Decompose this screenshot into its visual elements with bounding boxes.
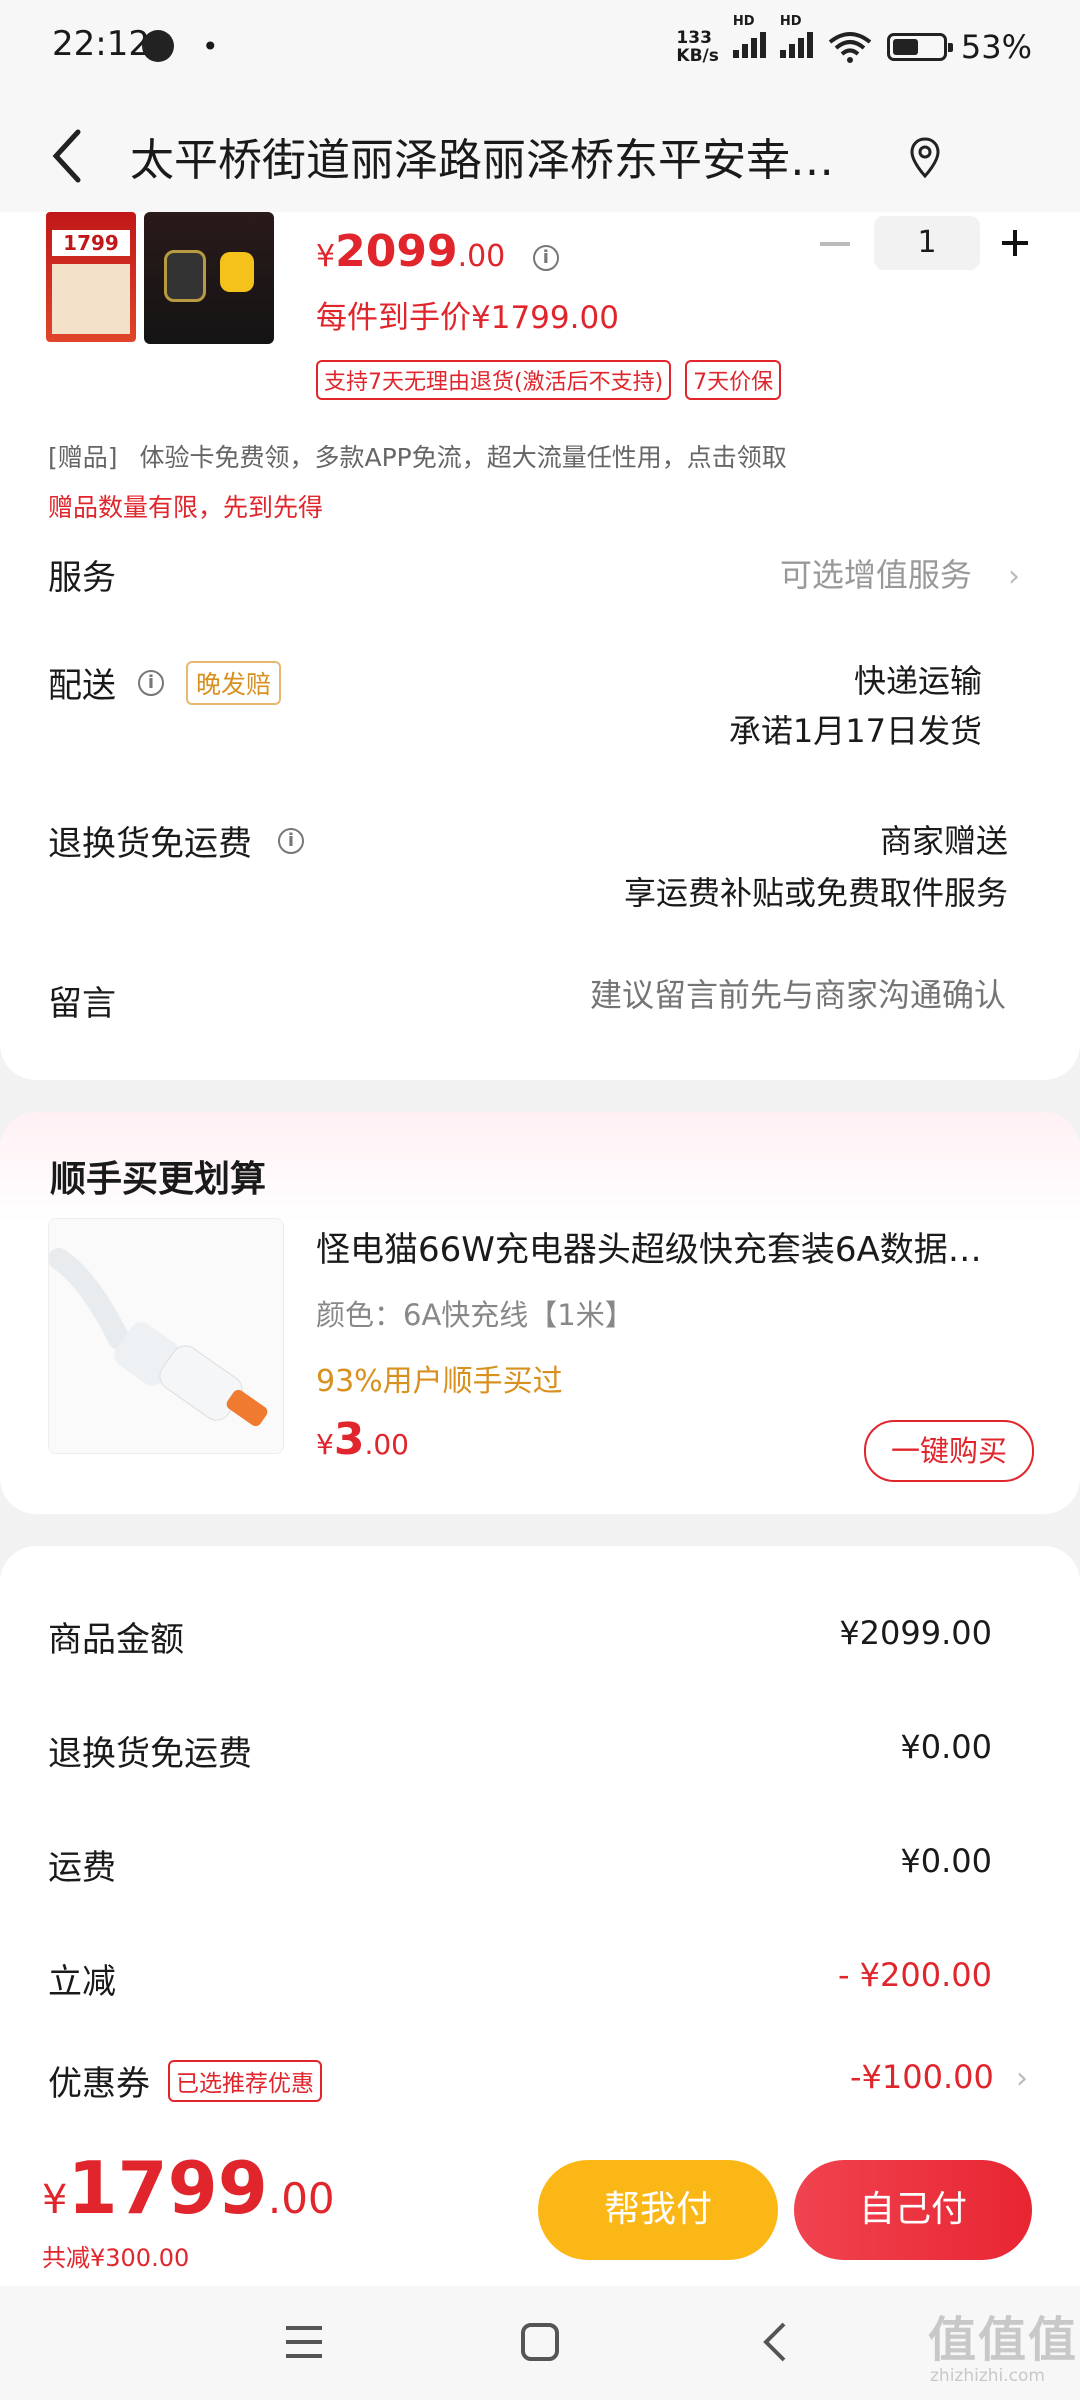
summary-label: 运费 bbox=[48, 1848, 116, 1888]
return-shipping-label: 退换货免运费 bbox=[48, 824, 252, 864]
usb-cable-icon bbox=[48, 1248, 268, 1427]
service-tags: 支持7天无理由退货(激活后不支持) 7天价保 bbox=[316, 360, 782, 400]
price-symbol: ¥ bbox=[316, 239, 336, 274]
addon-price: ¥3.00 bbox=[316, 1414, 409, 1465]
price-info-icon[interactable]: i bbox=[532, 244, 559, 271]
total-price-symbol: ¥ bbox=[42, 2177, 68, 2223]
return-policy-tag: 支持7天无理由退货(激活后不支持) bbox=[316, 360, 672, 400]
net-speed-value: 133 bbox=[676, 28, 712, 48]
system-nav-bar: 值值值 zhizhizhi.com bbox=[0, 2286, 1080, 2400]
addon-price-symbol: ¥ bbox=[316, 1428, 334, 1461]
chevron-right-icon: › bbox=[1008, 559, 1020, 594]
addon-social-proof: 93%用户顺手买过 bbox=[316, 1364, 563, 1399]
service-selector[interactable]: 可选增值服务 › bbox=[780, 550, 1020, 596]
watch-gift-icon bbox=[164, 250, 206, 302]
back-nav-icon[interactable] bbox=[760, 2320, 790, 2364]
addon-product-image[interactable] bbox=[48, 1218, 284, 1454]
summary-value: ¥2099.00 bbox=[839, 1614, 992, 1652]
message-label: 留言 bbox=[48, 984, 116, 1024]
addon-product-name[interactable]: 怪电猫66W充电器头超级快充套装6A数据… bbox=[316, 1222, 1036, 1271]
price-protect-tag: 7天价保 bbox=[685, 360, 782, 400]
coupon-value: -¥100.00 bbox=[849, 2058, 994, 2096]
help-me-pay-button[interactable]: 帮我付 bbox=[538, 2160, 778, 2260]
status-bar: 22:12 • 133 KB/s HD HD 53% bbox=[0, 0, 1080, 100]
return-shipping-value: 商家赠送 bbox=[879, 822, 1008, 860]
price-decimal: .00 bbox=[457, 239, 506, 274]
coupon-selector[interactable]: -¥100.00 › bbox=[850, 2058, 1028, 2096]
signal-2-icon: HD bbox=[779, 14, 813, 66]
product-price: ¥2099.00 i bbox=[316, 226, 559, 277]
delivery-info-icon[interactable]: i bbox=[138, 669, 164, 696]
delivery-address[interactable]: 太平桥街道丽泽路丽泽桥东平安幸… bbox=[130, 124, 900, 188]
clock-app-icon bbox=[142, 30, 174, 62]
battery-percent: 53% bbox=[960, 28, 1032, 66]
quantity-decrease-button[interactable] bbox=[820, 242, 850, 246]
notification-dot: • bbox=[202, 30, 219, 63]
wifi-icon bbox=[828, 32, 872, 63]
coupon-label: 优惠券 bbox=[48, 2064, 150, 2104]
hd-label-2: HD bbox=[779, 14, 802, 29]
status-time: 22:12 bbox=[52, 24, 150, 64]
summary-label: 商品金额 bbox=[48, 1620, 184, 1660]
total-saved: 共减¥300.00 bbox=[42, 2244, 190, 2272]
gift-label: [赠品] bbox=[48, 443, 118, 472]
coupon-selected-tag: 已选推荐优惠 bbox=[168, 2059, 322, 2102]
service-label: 服务 bbox=[48, 558, 116, 598]
late-compensation-badge: 晚发赔 bbox=[186, 660, 282, 705]
order-detail-card: 1799 ¥2099.00 i 1 每件到手价¥1799.00 支持7天无理由退… bbox=[0, 212, 1080, 1080]
addon-section-title: 顺手买更划算 bbox=[50, 1159, 267, 1200]
summary-label: 退换货免运费 bbox=[48, 1734, 252, 1774]
status-indicators: 133 KB/s HD HD 53% bbox=[676, 14, 1032, 66]
instant-discount-value: - ¥200.00 bbox=[837, 1956, 992, 1994]
location-pin-icon[interactable] bbox=[908, 136, 942, 180]
net-speed: 133 KB/s bbox=[676, 29, 718, 65]
product-promo-image[interactable]: 1799 bbox=[46, 212, 136, 342]
price-summary-card: 商品金额 ¥2099.00 退换货免运费 ¥0.00 运费 ¥0.00 立减 -… bbox=[0, 1546, 1080, 2146]
net-speed-unit: KB/s bbox=[676, 46, 719, 66]
hd-label-1: HD bbox=[732, 14, 755, 29]
promo-image-price: 1799 bbox=[52, 230, 130, 256]
watermark-logo: 值值值 bbox=[928, 2312, 1079, 2368]
total-price-integer: 1799 bbox=[67, 2146, 268, 2230]
gift-text: 体验卡免费领，多款APP免流，超大流量任性用，点击领取 bbox=[139, 443, 787, 472]
message-input[interactable] bbox=[404, 964, 1008, 1026]
chevron-right-icon: › bbox=[1016, 2061, 1028, 2096]
final-price-label: 每件到手价¥1799.00 bbox=[316, 300, 619, 336]
price-integer: 2099 bbox=[335, 226, 458, 277]
addon-card: 顺手买更划算 怪电猫66W充电器头超级快充套装6A数据… 颜色：6A快充线【1米… bbox=[0, 1112, 1080, 1514]
menu-icon[interactable] bbox=[284, 2322, 324, 2362]
delivery-row: 配送 i 晚发赔 bbox=[48, 658, 282, 707]
coupon-row[interactable]: 优惠券 已选推荐优惠 bbox=[48, 2056, 322, 2105]
address-header: 太平桥街道丽泽路丽泽桥东平安幸… bbox=[0, 100, 1080, 212]
return-shipping-row: 退换货免运费 i bbox=[48, 816, 304, 865]
one-click-buy-button[interactable]: 一键购买 bbox=[864, 1420, 1034, 1482]
addon-variant: 颜色：6A快充线【1米】 bbox=[316, 1298, 634, 1332]
signal-1-icon: HD bbox=[732, 14, 766, 66]
quantity-input[interactable]: 1 bbox=[874, 216, 980, 270]
gift-row[interactable]: [赠品] 体验卡免费领，多款APP免流，超大流量任性用，点击领取 bbox=[48, 438, 787, 474]
addon-price-integer: 3 bbox=[333, 1414, 365, 1465]
delivery-method: 快递运输 bbox=[853, 662, 982, 700]
summary-value: ¥0.00 bbox=[900, 1728, 992, 1766]
earbuds-gift-icon bbox=[220, 252, 254, 292]
product-gift-image[interactable] bbox=[144, 212, 274, 344]
summary-label: 立减 bbox=[48, 1962, 116, 2002]
addon-price-decimal: .00 bbox=[364, 1428, 409, 1461]
return-shipping-detail: 享运费补贴或免费取件服务 bbox=[623, 874, 1008, 912]
total-price-decimal: .00 bbox=[267, 2174, 335, 2223]
total-price: ¥1799.00 bbox=[42, 2146, 335, 2230]
home-icon[interactable] bbox=[520, 2322, 560, 2362]
delivery-promise: 承诺1月17日发货 bbox=[728, 712, 982, 750]
watermark-url: zhizhizhi.com bbox=[930, 2366, 1045, 2386]
pay-myself-button[interactable]: 自己付 bbox=[794, 2160, 1032, 2260]
gift-limit-notice: 赠品数量有限，先到先得 bbox=[48, 493, 324, 522]
battery-icon bbox=[886, 33, 953, 61]
quantity-increase-button[interactable] bbox=[1000, 228, 1030, 258]
delivery-label: 配送 bbox=[48, 666, 116, 706]
back-arrow-icon[interactable] bbox=[48, 126, 88, 186]
return-info-icon[interactable]: i bbox=[278, 827, 304, 854]
service-value: 可选增值服务 bbox=[779, 556, 972, 594]
checkout-bar: ¥1799.00 共减¥300.00 帮我付 自己付 bbox=[0, 2146, 1080, 2286]
summary-value: ¥0.00 bbox=[900, 1842, 992, 1880]
